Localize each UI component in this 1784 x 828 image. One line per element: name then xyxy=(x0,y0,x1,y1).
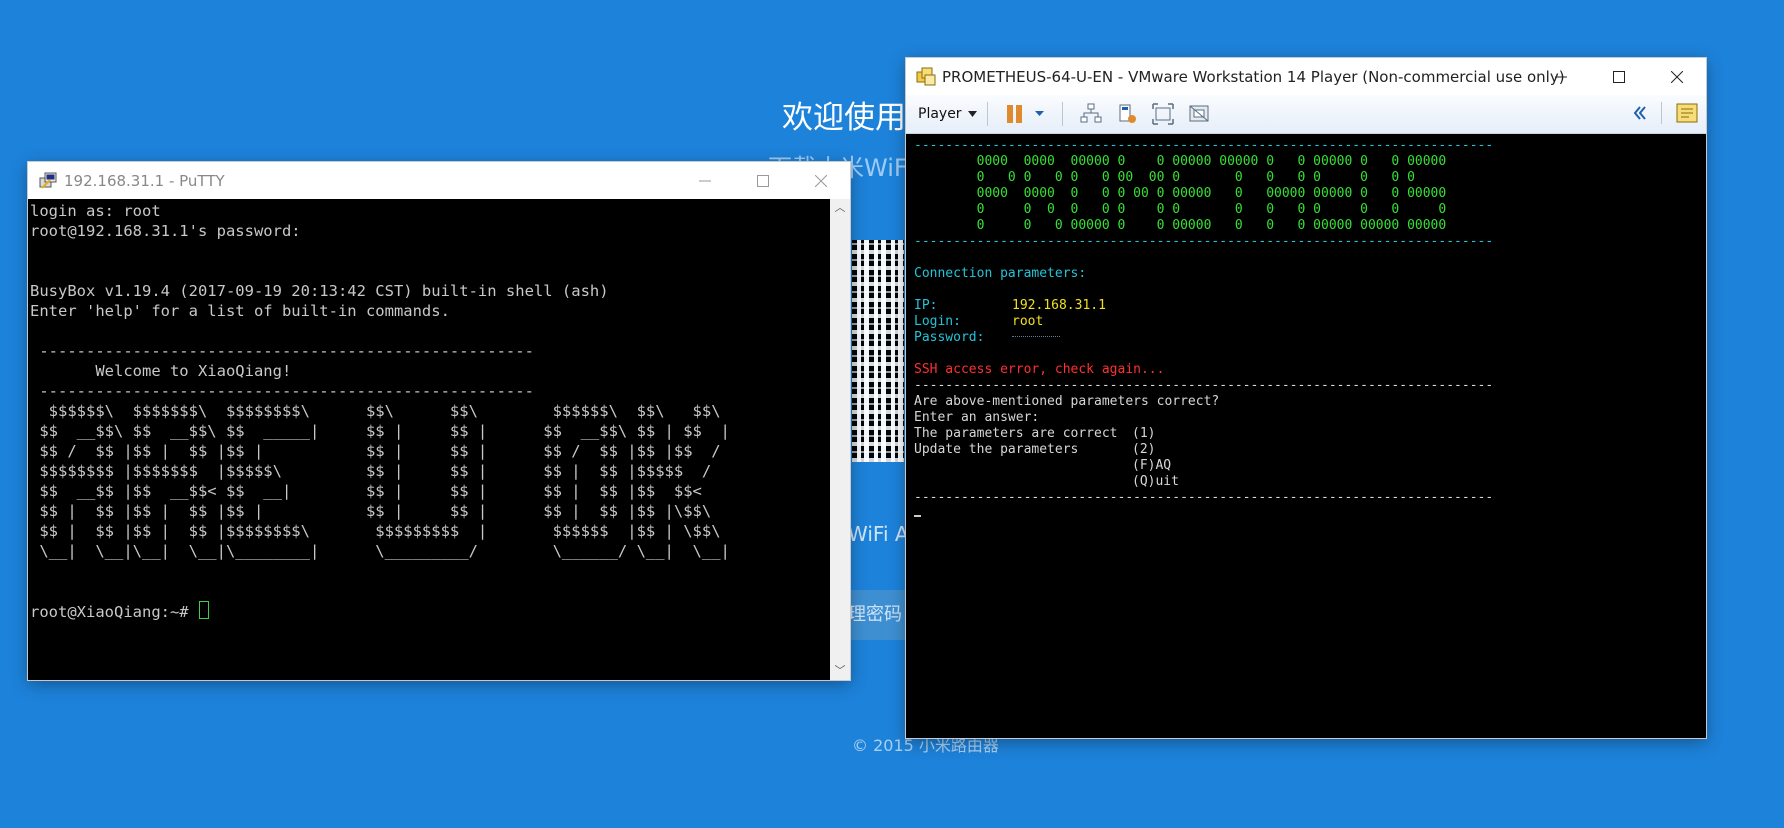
option-faq[interactable]: (F)AQ xyxy=(914,458,1698,474)
terminal-line: \__| \__|\__| \__|\________| \_________/… xyxy=(30,542,730,560)
fullscreen-button[interactable] xyxy=(1151,103,1174,125)
player-menu[interactable]: Player xyxy=(918,106,977,122)
putty-title: 192.168.31.1 - PuTTY xyxy=(64,171,225,190)
network-icon xyxy=(1080,103,1102,123)
prompt-line[interactable]: root@XiaoQiang:~# xyxy=(30,601,828,621)
unity-icon xyxy=(1189,105,1209,122)
close-button[interactable] xyxy=(792,162,850,199)
terminal-line: $$ __$$\ $$ __$$\ $$ _____| $$ | $$ | $$… xyxy=(30,422,730,440)
scroll-up-icon[interactable]: ︿ xyxy=(830,199,850,217)
putty-terminal[interactable]: login as: root root@192.168.31.1's passwo… xyxy=(30,201,828,680)
terminal-line: $$$$$$\ $$$$$$$\ $$$$$$$$\ $$\ $$\ $$$$$… xyxy=(30,402,721,420)
network-button[interactable] xyxy=(1080,103,1102,125)
pause-icon xyxy=(1006,105,1044,123)
login-value: root xyxy=(1012,314,1044,329)
connection-header: Connection parameters: xyxy=(914,266,1087,281)
password-label: Password: xyxy=(914,330,985,345)
library-icon[interactable] xyxy=(1676,103,1698,123)
vm-console[interactable]: ----------------------------------------… xyxy=(906,134,1706,738)
divider: ----------------------------------------… xyxy=(914,378,1494,393)
terminal-line: $$ | $$ |$$ | $$ |$$ | $$ | $$ | $$ | $$… xyxy=(30,502,712,520)
vmware-toolbar: Player xyxy=(906,95,1706,134)
chevron-down-icon xyxy=(967,111,977,117)
terminal-line: $$ | $$ |$$ | $$ |$$$$$$$$\ $$$$$$$$$ | … xyxy=(30,522,721,540)
double-chevron-left-icon[interactable] xyxy=(1633,106,1647,120)
terminal-line: BusyBox v1.19.4 (2017-09-19 20:13:42 CST… xyxy=(30,282,609,300)
vm-cursor xyxy=(914,515,921,517)
password-button[interactable]: 理密码 xyxy=(848,590,908,640)
ip-label: IP: xyxy=(914,298,938,313)
banner-line: 0 0 0 00000 0 0 00000 0 0 0 00000 00000 … xyxy=(914,218,1447,233)
option-quit[interactable]: (Q)uit xyxy=(914,474,1698,490)
pause-button[interactable] xyxy=(1005,103,1045,125)
password-value xyxy=(1012,335,1060,340)
maximize-icon xyxy=(757,174,769,187)
close-icon xyxy=(1671,70,1683,83)
putty-scrollbar[interactable]: ︿ ﹀ xyxy=(830,199,850,680)
terminal-line: $$$$$$$$ |$$$$$$$ |$$$$$\ $$ | $$ | $$ |… xyxy=(30,462,712,480)
usb-icon xyxy=(1119,104,1136,123)
ip-value: 192.168.31.1 xyxy=(1012,298,1106,313)
minimize-icon xyxy=(699,180,711,181)
option-2[interactable]: Update the parameters (2) xyxy=(914,442,1698,458)
vmware-title: PROMETHEUS-64-U-EN - VMware Workstation … xyxy=(942,67,1565,86)
question: Are above-mentioned parameters correct? xyxy=(914,394,1220,409)
terminal-cursor xyxy=(198,601,209,619)
terminal-line: ----------------------------------------… xyxy=(30,342,534,360)
unity-button[interactable] xyxy=(1188,103,1210,125)
vmware-titlebar[interactable]: PROMETHEUS-64-U-EN - VMware Workstation … xyxy=(906,58,1706,95)
terminal-line: root@192.168.31.1's password: xyxy=(30,222,301,240)
removable-devices-button[interactable] xyxy=(1116,103,1138,125)
terminal-line: ----------------------------------------… xyxy=(30,382,534,400)
ssh-error: SSH access error, check again... xyxy=(914,362,1165,377)
maximize-icon xyxy=(1613,70,1625,83)
banner-line: 0000 0000 0 0 0 00 0 00000 0 00000 00000… xyxy=(914,186,1447,201)
prompt-text: root@XiaoQiang:~# xyxy=(30,603,198,621)
putty-titlebar[interactable]: 192.168.31.1 - PuTTY xyxy=(28,162,850,199)
terminal-line: $$ __$$ |$$ __$$< $$ __| $$ | $$ | $$ | … xyxy=(30,482,702,500)
login-label: Login: xyxy=(914,314,961,329)
divider: ----------------------------------------… xyxy=(914,234,1494,249)
divider: ----------------------------------------… xyxy=(914,138,1494,153)
app-text: WiFi A xyxy=(848,522,909,546)
close-icon xyxy=(815,174,827,187)
maximize-button[interactable] xyxy=(734,162,792,199)
fullscreen-icon xyxy=(1151,103,1174,125)
vmware-window[interactable]: PROMETHEUS-64-U-EN - VMware Workstation … xyxy=(906,58,1706,738)
banner-line: 0 0 0 0 0 0 0 0 0 0 0 0 0 0 0 xyxy=(914,202,1447,217)
welcome-heading: 欢迎使用 xyxy=(782,100,906,136)
divider: ----------------------------------------… xyxy=(914,490,1494,505)
terminal-line: Welcome to XiaoQiang! xyxy=(30,362,292,380)
putty-icon xyxy=(39,172,57,189)
terminal-line: $$ / $$ |$$ | $$ |$$ | $$ | $$ | $$ / $$… xyxy=(30,442,721,460)
scroll-down-icon[interactable]: ﹀ xyxy=(830,662,850,680)
terminal-line: login as: root xyxy=(30,202,161,220)
putty-window[interactable]: 192.168.31.1 - PuTTY login as: root root@… xyxy=(28,162,850,680)
terminal-line: Enter 'help' for a list of built-in comm… xyxy=(30,302,450,320)
minimize-button[interactable] xyxy=(676,162,734,199)
banner-line: 0 0 0 0 0 0 00 00 0 0 0 0 0 0 0 0 xyxy=(914,170,1415,185)
maximize-button[interactable] xyxy=(1590,58,1648,95)
minimize-button[interactable] xyxy=(1532,58,1590,95)
option-1[interactable]: The parameters are correct (1) xyxy=(914,426,1698,442)
player-menu-label: Player xyxy=(918,106,962,122)
close-button[interactable] xyxy=(1648,58,1706,95)
minimize-icon xyxy=(1555,76,1567,77)
banner-line: 0000 0000 00000 0 0 00000 00000 0 0 0000… xyxy=(914,154,1447,169)
enter-answer: Enter an answer: xyxy=(914,410,1040,425)
vmware-icon xyxy=(916,67,936,85)
